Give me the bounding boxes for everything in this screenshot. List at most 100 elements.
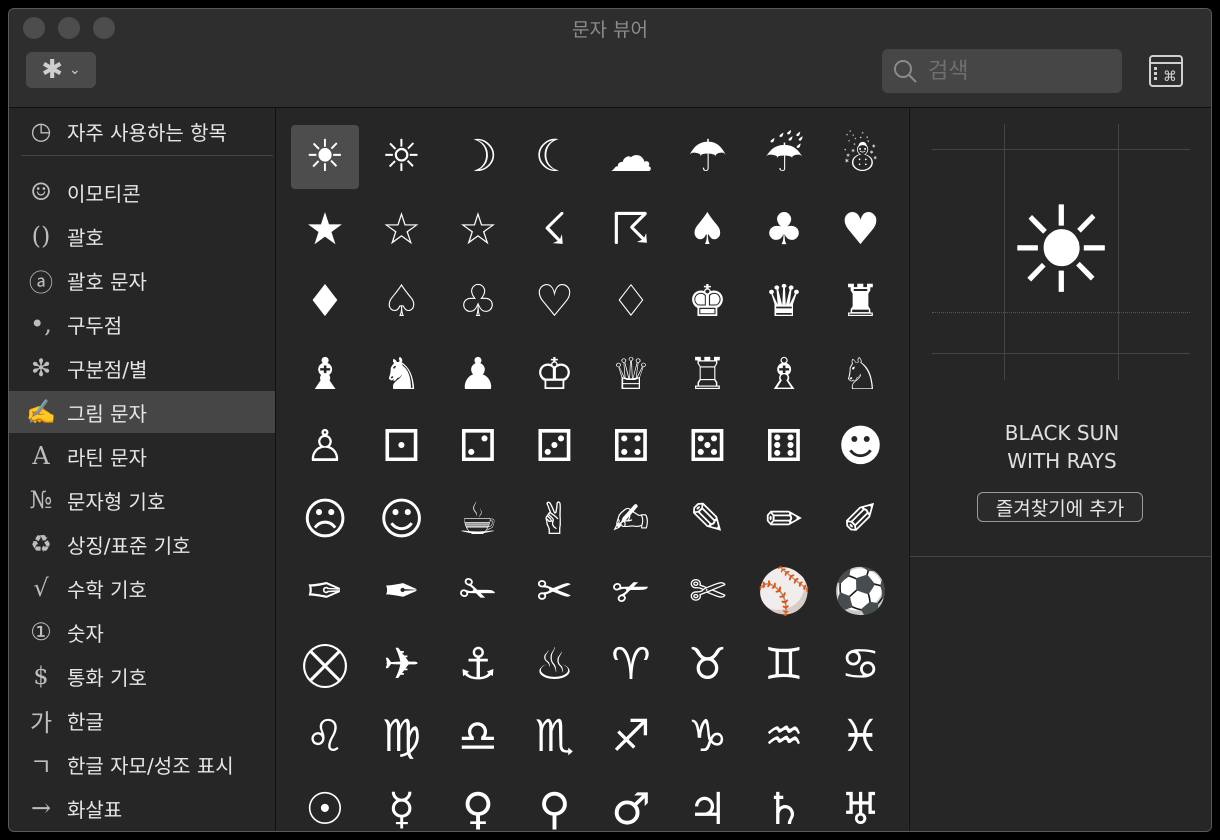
character-cell[interactable]: ♢	[597, 270, 665, 334]
sidebar-item[interactable]: ⓐ 괄호 문자	[9, 259, 275, 301]
character-cell[interactable]: ♂	[597, 778, 665, 831]
action-menu-button[interactable]: ✱ ⌄	[26, 52, 96, 88]
character-cell[interactable]: ☕	[444, 488, 512, 552]
character-cell[interactable]: ♦	[291, 270, 359, 334]
character-cell[interactable]: ♃	[674, 778, 742, 831]
character-cell[interactable]: ✁	[444, 560, 512, 624]
character-cell[interactable]: ♙	[291, 415, 359, 479]
character-cell[interactable]: ☀	[291, 125, 359, 189]
character-cell[interactable]: ☃	[827, 125, 895, 189]
character-cell[interactable]: ☇	[521, 198, 589, 262]
sidebar-item[interactable]: № 문자형 기호	[9, 479, 275, 521]
character-cell[interactable]: ✒	[368, 560, 436, 624]
character-cell[interactable]: ♅	[827, 778, 895, 831]
character-cell[interactable]: ♑	[674, 705, 742, 769]
character-cell[interactable]: ♗	[750, 343, 818, 407]
sidebar-item[interactable]: ◷ 자주 사용하는 항목	[9, 110, 275, 152]
character-cell[interactable]: ✄	[674, 560, 742, 624]
sidebar-item[interactable]: 가 한글	[9, 699, 275, 741]
character-cell[interactable]: ✃	[597, 560, 665, 624]
character-cell[interactable]: ✎	[674, 488, 742, 552]
add-to-favorites-button[interactable]: 즐겨찾기에 추가	[977, 492, 1143, 522]
character-cell[interactable]: ♊	[750, 633, 818, 697]
character-cell[interactable]: ♤	[368, 270, 436, 334]
character-cell[interactable]: ♚	[674, 270, 742, 334]
character-cell[interactable]: ♐	[597, 705, 665, 769]
character-cell[interactable]: ♧	[444, 270, 512, 334]
sidebar-item[interactable]: () 괄호	[9, 215, 275, 257]
character-cell[interactable]: ⚽	[827, 560, 895, 624]
sidebar-item[interactable]: $ 통화 기호	[9, 655, 275, 697]
sidebar-item[interactable]: A 라틴 문자	[9, 435, 275, 477]
sidebar-item[interactable]: •, 구두점	[9, 303, 275, 345]
character-cell[interactable]: ♌	[291, 705, 359, 769]
character-cell[interactable]: ♞	[368, 343, 436, 407]
character-cell[interactable]: ☼	[368, 125, 436, 189]
character-cell[interactable]: ☻	[827, 415, 895, 479]
keyboard-viewer-icon[interactable]: ⌘	[1149, 55, 1183, 87]
character-cell[interactable]: ♋	[827, 633, 895, 697]
character-cell[interactable]: ✌	[521, 488, 589, 552]
sidebar-item[interactable]: ✻ 구분점/별	[9, 347, 275, 389]
character-cell[interactable]: ☹	[291, 488, 359, 552]
character-cell[interactable]: ♜	[827, 270, 895, 334]
character-cell[interactable]: ★	[291, 198, 359, 262]
sidebar-item[interactable]: ① 숫자	[9, 611, 275, 653]
sidebar-item[interactable]: ♻ 상징/표준 기호	[9, 523, 275, 565]
character-cell[interactable]: ✑	[291, 560, 359, 624]
character-cell[interactable]: ⚅	[750, 415, 818, 479]
character-cell[interactable]: ♖	[674, 343, 742, 407]
character-cell[interactable]: ⚾	[750, 560, 818, 624]
character-cell[interactable]: ♀	[444, 778, 512, 831]
character-cell[interactable]: ♒	[750, 705, 818, 769]
character-cell[interactable]: ☽	[444, 125, 512, 189]
character-cell[interactable]: ♟	[444, 343, 512, 407]
sidebar-item[interactable]: √ 수학 기호	[9, 567, 275, 609]
sidebar-item[interactable]: → 화살표	[9, 787, 275, 829]
character-cell[interactable]: ⚀	[368, 415, 436, 479]
sidebar-item[interactable]: ✍ 그림 문자	[9, 391, 275, 433]
character-cell[interactable]: ✐	[827, 488, 895, 552]
character-cell[interactable]: ♝	[291, 343, 359, 407]
character-cell[interactable]: ♕	[597, 343, 665, 407]
character-cell[interactable]: ♓	[827, 705, 895, 769]
character-cell[interactable]: ⚲	[521, 778, 589, 831]
sidebar-item[interactable]: ☺ 이모티콘	[9, 171, 275, 213]
character-cell[interactable]: ♛	[750, 270, 818, 334]
search-input[interactable]	[926, 57, 1110, 85]
character-cell[interactable]: ☆	[444, 198, 512, 262]
character-cell[interactable]: ☈	[597, 198, 665, 262]
character-cell[interactable]: ⚄	[674, 415, 742, 479]
character-cell[interactable]: ☿	[368, 778, 436, 831]
character-cell[interactable]: ☆	[368, 198, 436, 262]
character-cell[interactable]: ☾	[521, 125, 589, 189]
character-cell[interactable]: ⚂	[521, 415, 589, 479]
character-cell[interactable]: ☂	[674, 125, 742, 189]
character-cell[interactable]: ♏	[521, 705, 589, 769]
character-cell[interactable]: ⚁	[444, 415, 512, 479]
character-cell[interactable]: ♎	[444, 705, 512, 769]
character-cell[interactable]: ⛒	[291, 633, 359, 697]
character-cell[interactable]: ♉	[674, 633, 742, 697]
character-cell[interactable]: ♣	[750, 198, 818, 262]
character-cell[interactable]: ☺	[368, 488, 436, 552]
character-cell[interactable]: ♍	[368, 705, 436, 769]
character-cell[interactable]: ♡	[521, 270, 589, 334]
character-cell[interactable]: ♥	[827, 198, 895, 262]
character-cell[interactable]: ☔	[750, 125, 818, 189]
character-cell[interactable]: ✏	[750, 488, 818, 552]
search-field[interactable]	[882, 49, 1122, 93]
character-cell[interactable]: ♔	[521, 343, 589, 407]
character-cell[interactable]: ⚃	[597, 415, 665, 479]
character-cell[interactable]: ♨	[521, 633, 589, 697]
character-cell[interactable]: ♄	[750, 778, 818, 831]
sidebar-item[interactable]: ㄱ 한글 자모/성조 표시	[9, 743, 275, 785]
character-cell[interactable]: ♠	[674, 198, 742, 262]
character-cell[interactable]: ✍	[597, 488, 665, 552]
character-cell[interactable]: ✈	[368, 633, 436, 697]
character-cell[interactable]: ☉	[291, 778, 359, 831]
character-cell[interactable]: ✂	[521, 560, 589, 624]
character-cell[interactable]: ♘	[827, 343, 895, 407]
character-cell[interactable]: ☁	[597, 125, 665, 189]
character-cell[interactable]: ⚓	[444, 633, 512, 697]
